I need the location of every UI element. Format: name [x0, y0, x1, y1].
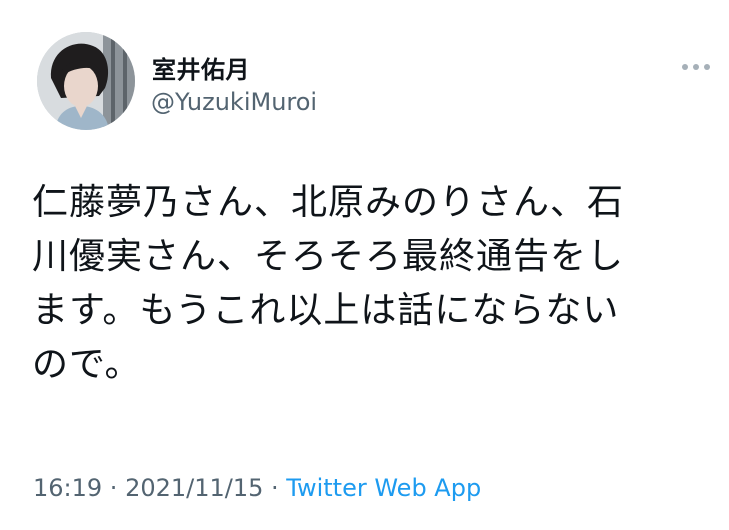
user-handle[interactable]: @YuzukiMuroi: [151, 88, 317, 116]
meta-separator: ·: [102, 474, 126, 502]
avatar[interactable]: [37, 32, 135, 130]
avatar-image: [37, 32, 135, 130]
display-name[interactable]: 室井佑月: [152, 50, 250, 85]
tweet-date[interactable]: 2021/11/15: [125, 474, 263, 502]
tweet-meta: 16:19 · 2021/11/15 · Twitter Web App: [33, 474, 481, 502]
more-dot: [682, 64, 688, 70]
more-dot: [704, 64, 710, 70]
tweet-text: 仁藤夢乃さん、北原みのりさん、石 川優実さん、そろそろ最終通告をし ます。もうこ…: [32, 182, 625, 385]
tweet-source-link[interactable]: Twitter Web App: [286, 474, 481, 502]
meta-separator: ·: [263, 474, 287, 502]
more-dot: [693, 64, 699, 70]
more-horizontal-icon[interactable]: [682, 58, 716, 76]
tweet-time[interactable]: 16:19: [33, 474, 102, 502]
